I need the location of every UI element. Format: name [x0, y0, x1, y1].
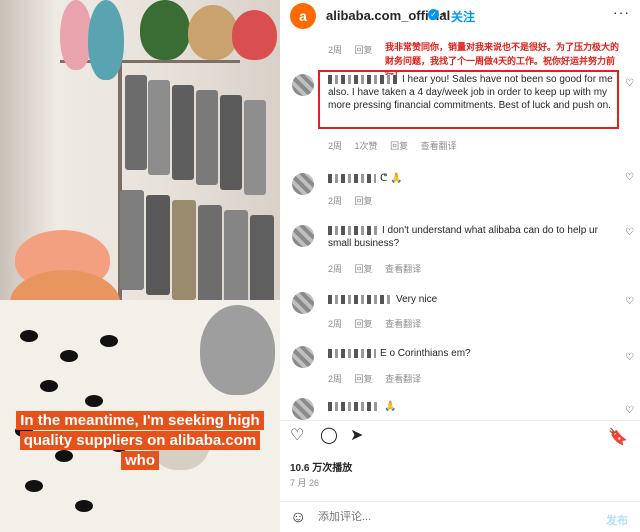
- reply-button[interactable]: 回复: [355, 196, 373, 206]
- comment-time: 2周: [328, 319, 343, 329]
- comment-time: 2周: [328, 45, 343, 55]
- avatar[interactable]: [292, 398, 314, 420]
- green-hat: [140, 0, 190, 60]
- like-icon[interactable]: ♡: [290, 427, 304, 445]
- list-item: 🙏: [328, 400, 608, 413]
- username-redacted[interactable]: [328, 294, 392, 304]
- comment-text: 🙏: [384, 401, 397, 412]
- sock-pack: [198, 205, 222, 305]
- follow-button[interactable]: 关注: [451, 8, 475, 25]
- comment-meta: 2周 1次赞 回复 查看翻译: [328, 139, 467, 152]
- bookmark-icon[interactable]: 🔖: [608, 427, 628, 447]
- avatar[interactable]: [292, 346, 314, 368]
- translate-button[interactable]: 查看翻译: [385, 319, 421, 329]
- sock-pack: [224, 210, 248, 310]
- avatar[interactable]: [292, 74, 314, 96]
- like-heart-icon[interactable]: ♡: [625, 172, 634, 183]
- sock-pack: [244, 100, 266, 195]
- emoji-icon[interactable]: ☺: [290, 509, 306, 527]
- comment-time: 2周: [328, 374, 343, 384]
- sock-pack: [146, 195, 170, 295]
- account-avatar[interactable]: a: [290, 3, 316, 29]
- post-comment-button[interactable]: 发布: [606, 512, 628, 528]
- sock-pack: [172, 85, 194, 180]
- comments-list[interactable]: 2周 回复 我非常赞同你，销量对我来说也不是很好。为了压力极大的财务问题，我找了…: [280, 30, 640, 420]
- video-player[interactable]: In the meantime, I'm seeking high qualit…: [0, 0, 280, 532]
- username-redacted[interactable]: [328, 173, 376, 183]
- reply-button[interactable]: 回复: [355, 319, 373, 329]
- comment-time: 2周: [328, 264, 343, 274]
- username-redacted[interactable]: [328, 225, 378, 235]
- sock-pack: [120, 190, 144, 290]
- sock-pack: [172, 200, 196, 300]
- comment-meta: 2周 回复: [328, 43, 383, 56]
- comment-time: 2周: [328, 196, 343, 206]
- like-heart-icon[interactable]: ♡: [625, 227, 634, 238]
- post-footer: ♡ ◯ ➤ 🔖 10.6 万次播放 7 月 26 ☺ 发布: [280, 420, 640, 532]
- reply-button[interactable]: 回复: [355, 264, 373, 274]
- translate-button[interactable]: 查看翻译: [385, 374, 421, 384]
- post-panel: a alibaba.com_official ✓ • 关注 ··· 2周 回复 …: [280, 0, 640, 532]
- more-options-icon[interactable]: ···: [613, 4, 630, 20]
- like-heart-icon[interactable]: ♡: [625, 296, 634, 307]
- comment-text: ᕦ 🙏: [380, 173, 403, 184]
- avatar[interactable]: [292, 173, 314, 195]
- teal-scarf: [88, 0, 124, 80]
- reply-button[interactable]: 回复: [355, 374, 373, 384]
- reply-button[interactable]: 回复: [355, 45, 373, 55]
- list-item: Very nice: [328, 293, 608, 306]
- list-item: I don't understand what alibaba can do t…: [328, 224, 608, 250]
- sock-pack: [125, 75, 147, 170]
- avatar[interactable]: [292, 225, 314, 247]
- list-item: E o Corinthians em?: [328, 347, 608, 360]
- sock-pack: [220, 95, 242, 190]
- red-hat: [232, 10, 277, 60]
- likes-count[interactable]: 1次赞: [355, 141, 378, 151]
- post-date[interactable]: 7 月 26: [290, 476, 319, 489]
- comment-input[interactable]: [318, 511, 578, 523]
- comment-icon[interactable]: ◯: [320, 427, 338, 445]
- comment-meta: 2周 回复 查看翻译: [328, 262, 431, 275]
- comment-composer: ☺ 发布: [280, 501, 640, 532]
- comment-text: Very nice: [396, 294, 438, 305]
- like-heart-icon[interactable]: ♡: [625, 405, 634, 416]
- highlight-box: [318, 70, 619, 129]
- verified-badge-icon: ✓: [428, 9, 439, 20]
- sock-pack: [196, 90, 218, 185]
- grey-hat: [200, 305, 275, 395]
- comment-meta: 2周 回复 查看翻译: [328, 317, 431, 330]
- username-redacted[interactable]: [328, 401, 380, 411]
- list-item: ᕦ 🙏: [328, 172, 608, 185]
- view-count: 10.6 万次播放: [290, 463, 353, 474]
- like-heart-icon[interactable]: ♡: [625, 352, 634, 363]
- username-redacted[interactable]: [328, 348, 376, 358]
- post-header: a alibaba.com_official ✓ • 关注 ···: [280, 0, 640, 30]
- comment-meta: 2周 回复: [328, 194, 383, 207]
- share-icon[interactable]: ➤: [350, 427, 363, 445]
- video-caption: In the meantime, I'm seeking high qualit…: [10, 411, 270, 471]
- comment-text: E o Corinthians em?: [380, 348, 471, 359]
- translate-button[interactable]: 查看翻译: [421, 141, 457, 151]
- avatar[interactable]: [292, 292, 314, 314]
- tan-hat: [188, 5, 238, 60]
- like-heart-icon[interactable]: ♡: [625, 78, 634, 89]
- comment-time: 2周: [328, 141, 343, 151]
- comment-meta: 2周 回复 查看翻译: [328, 372, 431, 385]
- sock-pack: [148, 80, 170, 175]
- separator: •: [442, 7, 447, 21]
- translate-button[interactable]: 查看翻译: [385, 264, 421, 274]
- reply-button[interactable]: 回复: [390, 141, 408, 151]
